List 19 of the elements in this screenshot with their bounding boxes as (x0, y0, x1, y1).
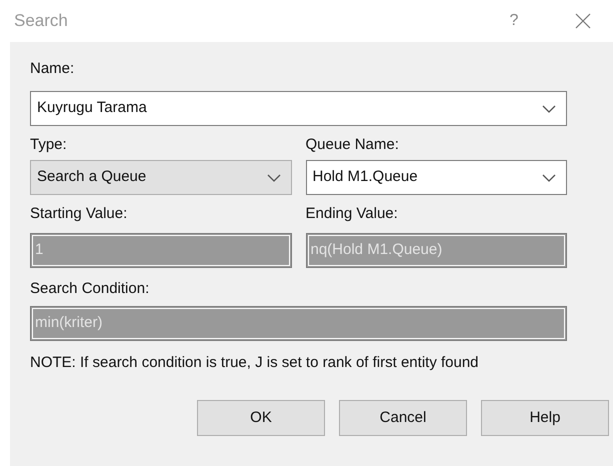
caret-icon (542, 104, 556, 112)
close-icon[interactable] (575, 13, 591, 29)
queue-name-label: Queue Name: (306, 135, 400, 155)
ending-value-label: Ending Value: (306, 204, 399, 224)
caret-icon (266, 174, 280, 182)
name-label: Name: (30, 59, 76, 79)
type-dropdown[interactable]: Search a Queue (30, 160, 292, 195)
search-condition-label: Search Condition: (30, 279, 150, 299)
type-label: Type: (30, 135, 68, 155)
note-text: NOTE: If search condition is true, J is set to rank of first entity found (30, 353, 480, 373)
dialog-button[interactable]: Cancel (339, 400, 467, 436)
starting-value-label: Starting Value: (30, 204, 128, 224)
help-button[interactable]: ? (499, 9, 529, 33)
window-title: Search (14, 10, 68, 32)
name-dropdown[interactable]: Kuyrugu Tarama (30, 91, 567, 126)
caret-icon (542, 174, 556, 182)
queue-name-dropdown[interactable]: Hold M1.Queue (306, 160, 567, 195)
dialog-button[interactable]: Help (481, 400, 609, 436)
dialog-button[interactable]: OK (197, 400, 325, 436)
